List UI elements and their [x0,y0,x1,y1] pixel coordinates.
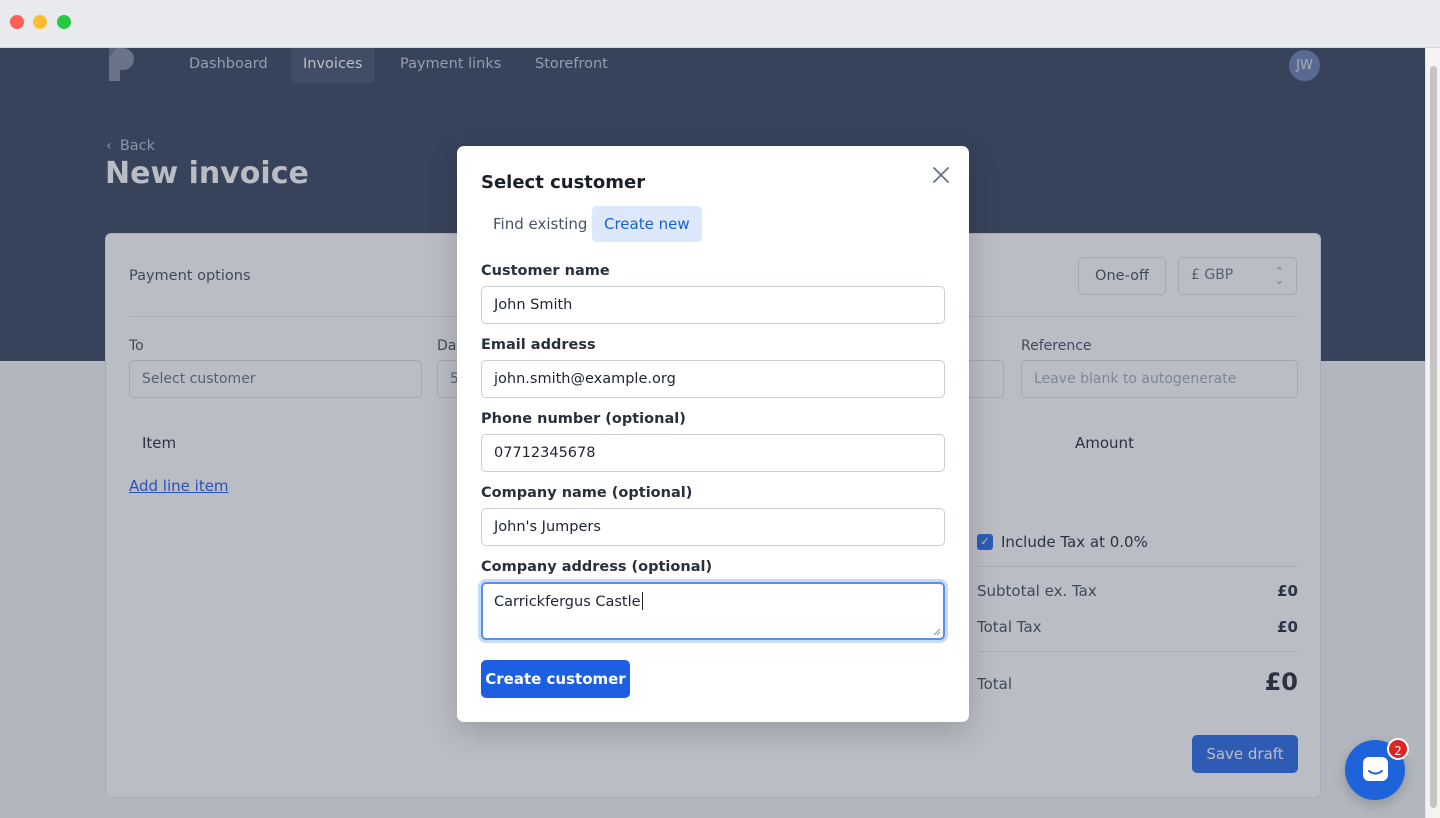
text-caret [641,592,643,610]
customer-name-input[interactable]: John Smith [481,286,945,324]
window-maximize-button[interactable] [57,15,71,29]
customer-name-label: Customer name [481,263,610,279]
company-name-label: Company name (optional) [481,485,693,501]
select-customer-modal: Select customer Find existing Create new… [457,146,969,722]
create-customer-button[interactable]: Create customer [481,660,630,698]
email-label: Email address [481,337,596,353]
window-titlebar [0,0,1440,48]
phone-label: Phone number (optional) [481,411,686,427]
page-scrollbar[interactable] [1425,48,1440,818]
company-address-label: Company address (optional) [481,559,713,575]
modal-title: Select customer [481,172,646,193]
window-minimize-button[interactable] [33,15,47,29]
email-input[interactable]: john.smith@example.org [481,360,945,398]
resize-grip-icon[interactable] [933,628,941,636]
tab-find-existing[interactable]: Find existing [481,206,599,242]
company-address-textarea[interactable]: Carrickfergus Castle [481,582,945,640]
phone-input[interactable]: 07712345678 [481,434,945,472]
chat-notification-badge: 2 [1387,738,1409,760]
close-icon[interactable] [930,164,952,186]
chat-icon [1363,757,1388,781]
company-address-value: Carrickfergus Castle [494,594,641,610]
tab-create-new[interactable]: Create new [592,206,702,242]
company-name-input[interactable]: John's Jumpers [481,508,945,546]
window-close-button[interactable] [10,15,24,29]
scrollbar-thumb[interactable] [1430,66,1437,808]
